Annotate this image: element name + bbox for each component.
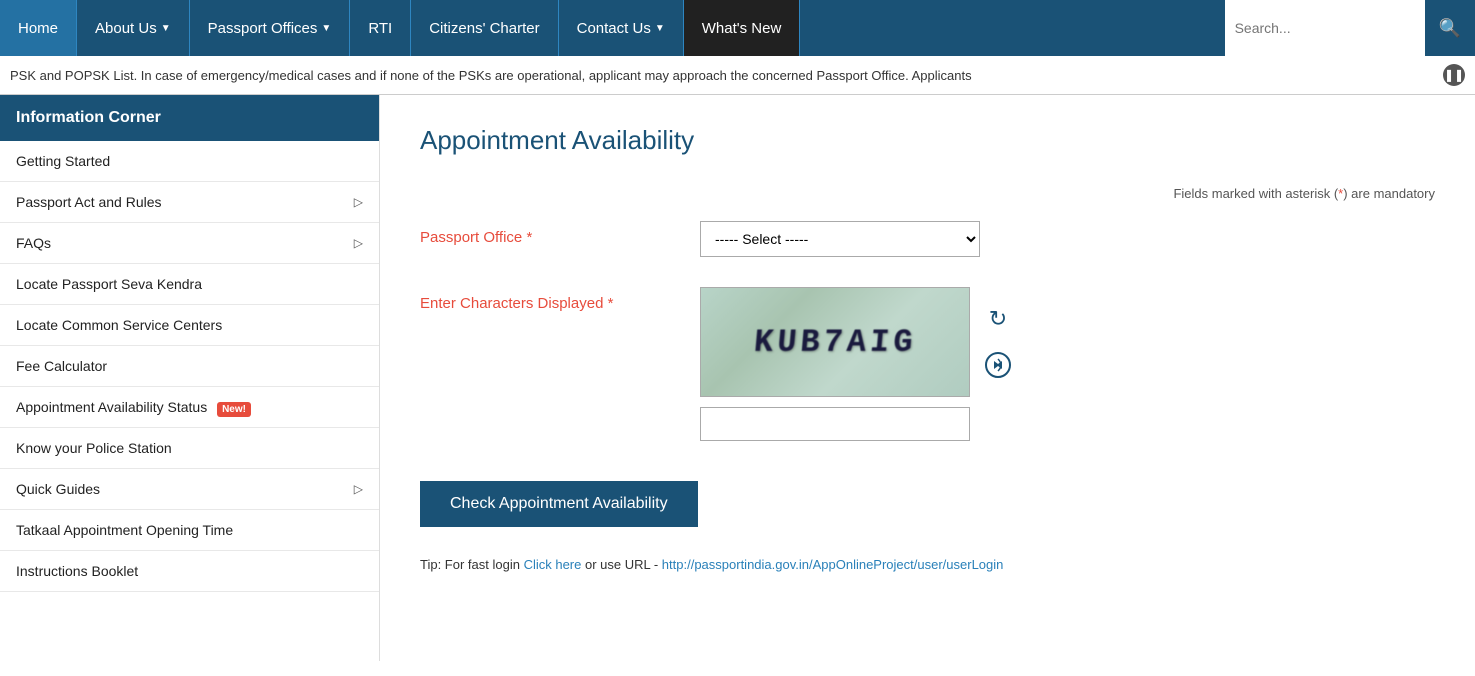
tip-text: Tip: For fast login Click here or use UR… [420,557,1435,572]
news-ticker: PSK and POPSK List. In case of emergency… [0,56,1475,95]
sidebar-item-fee-calc[interactable]: Fee Calculator [0,346,379,387]
search-input[interactable] [1225,0,1425,56]
nav-rti[interactable]: RTI [350,0,411,56]
captcha-icons: ↻ [980,301,1016,383]
nav-contact[interactable]: Contact Us ▼ [559,0,684,56]
nav-about[interactable]: About Us ▼ [77,0,190,56]
chevron-icon: ▼ [161,23,171,34]
passport-office-control: ----- Select ----- [700,221,980,257]
main-nav: Home About Us ▼ Passport Offices ▼ RTI C… [0,0,1475,56]
asterisk: * [1338,186,1343,201]
mandatory-note: Fields marked with asterisk (*) are mand… [420,186,1435,201]
ticker-text: PSK and POPSK List. In case of emergency… [10,68,1443,83]
captcha-image-row: KUB7AIG ↻ [700,287,1016,397]
arrow-icon: ▷ [354,482,363,496]
sidebar: Information Corner Getting Started Passp… [0,95,380,661]
sidebar-title: Information Corner [0,95,379,141]
captcha-input[interactable] [700,407,970,441]
ticker-pause-button[interactable]: ❚❚ [1443,64,1465,86]
check-availability-button[interactable]: Check Appointment Availability [420,481,698,527]
sidebar-item-locate-csc[interactable]: Locate Common Service Centers [0,305,379,346]
sidebar-item-police-station[interactable]: Know your Police Station [0,428,379,469]
arrow-icon: ▷ [354,236,363,250]
captcha-row: Enter Characters Displayed * KUB7AIG ↻ [420,287,1435,441]
chevron-icon: ▼ [655,23,665,34]
sidebar-item-appointment-status[interactable]: Appointment Availability Status New! [0,387,379,428]
passport-office-row: Passport Office * ----- Select ----- [420,221,1435,257]
chevron-icon: ▼ [321,23,331,34]
sidebar-item-locate-psk[interactable]: Locate Passport Seva Kendra [0,264,379,305]
captcha-refresh-button[interactable]: ↻ [980,301,1016,337]
button-row: Check Appointment Availability [420,471,1435,557]
url-link[interactable]: http://passportindia.gov.in/AppOnlinePro… [662,557,1004,572]
sidebar-item-faqs[interactable]: FAQs ▷ [0,223,379,264]
sidebar-item-passport-act[interactable]: Passport Act and Rules ▷ [0,182,379,223]
search-button[interactable]: 🔍 [1425,0,1475,56]
sidebar-item-getting-started[interactable]: Getting Started [0,141,379,182]
nav-citizens-charter[interactable]: Citizens' Charter [411,0,558,56]
search-container: 🔍 [1225,0,1475,56]
page-layout: Information Corner Getting Started Passp… [0,95,1475,661]
page-title: Appointment Availability [420,125,1435,156]
passport-office-label: Passport Office * [420,221,680,246]
required-star: * [608,295,614,312]
captcha-audio-button[interactable] [980,347,1016,383]
arrow-icon: ▷ [354,195,363,209]
click-here-link[interactable]: Click here [524,557,582,572]
new-badge: New! [217,402,251,417]
sidebar-item-instructions[interactable]: Instructions Booklet [0,551,379,592]
main-content: Appointment Availability Fields marked w… [380,95,1475,661]
nav-home[interactable]: Home [0,0,77,56]
captcha-section: KUB7AIG ↻ [700,287,1016,441]
nav-passport-offices[interactable]: Passport Offices ▼ [190,0,351,56]
passport-office-select[interactable]: ----- Select ----- [700,221,980,257]
sidebar-item-quick-guides[interactable]: Quick Guides ▷ [0,469,379,510]
captcha-text: KUB7AIG [752,324,918,361]
captcha-label: Enter Characters Displayed * [420,287,680,312]
nav-whats-new[interactable]: What's New [684,0,801,56]
required-star: * [526,229,532,246]
sidebar-item-tatkaal[interactable]: Tatkaal Appointment Opening Time [0,510,379,551]
captcha-image: KUB7AIG [700,287,970,397]
